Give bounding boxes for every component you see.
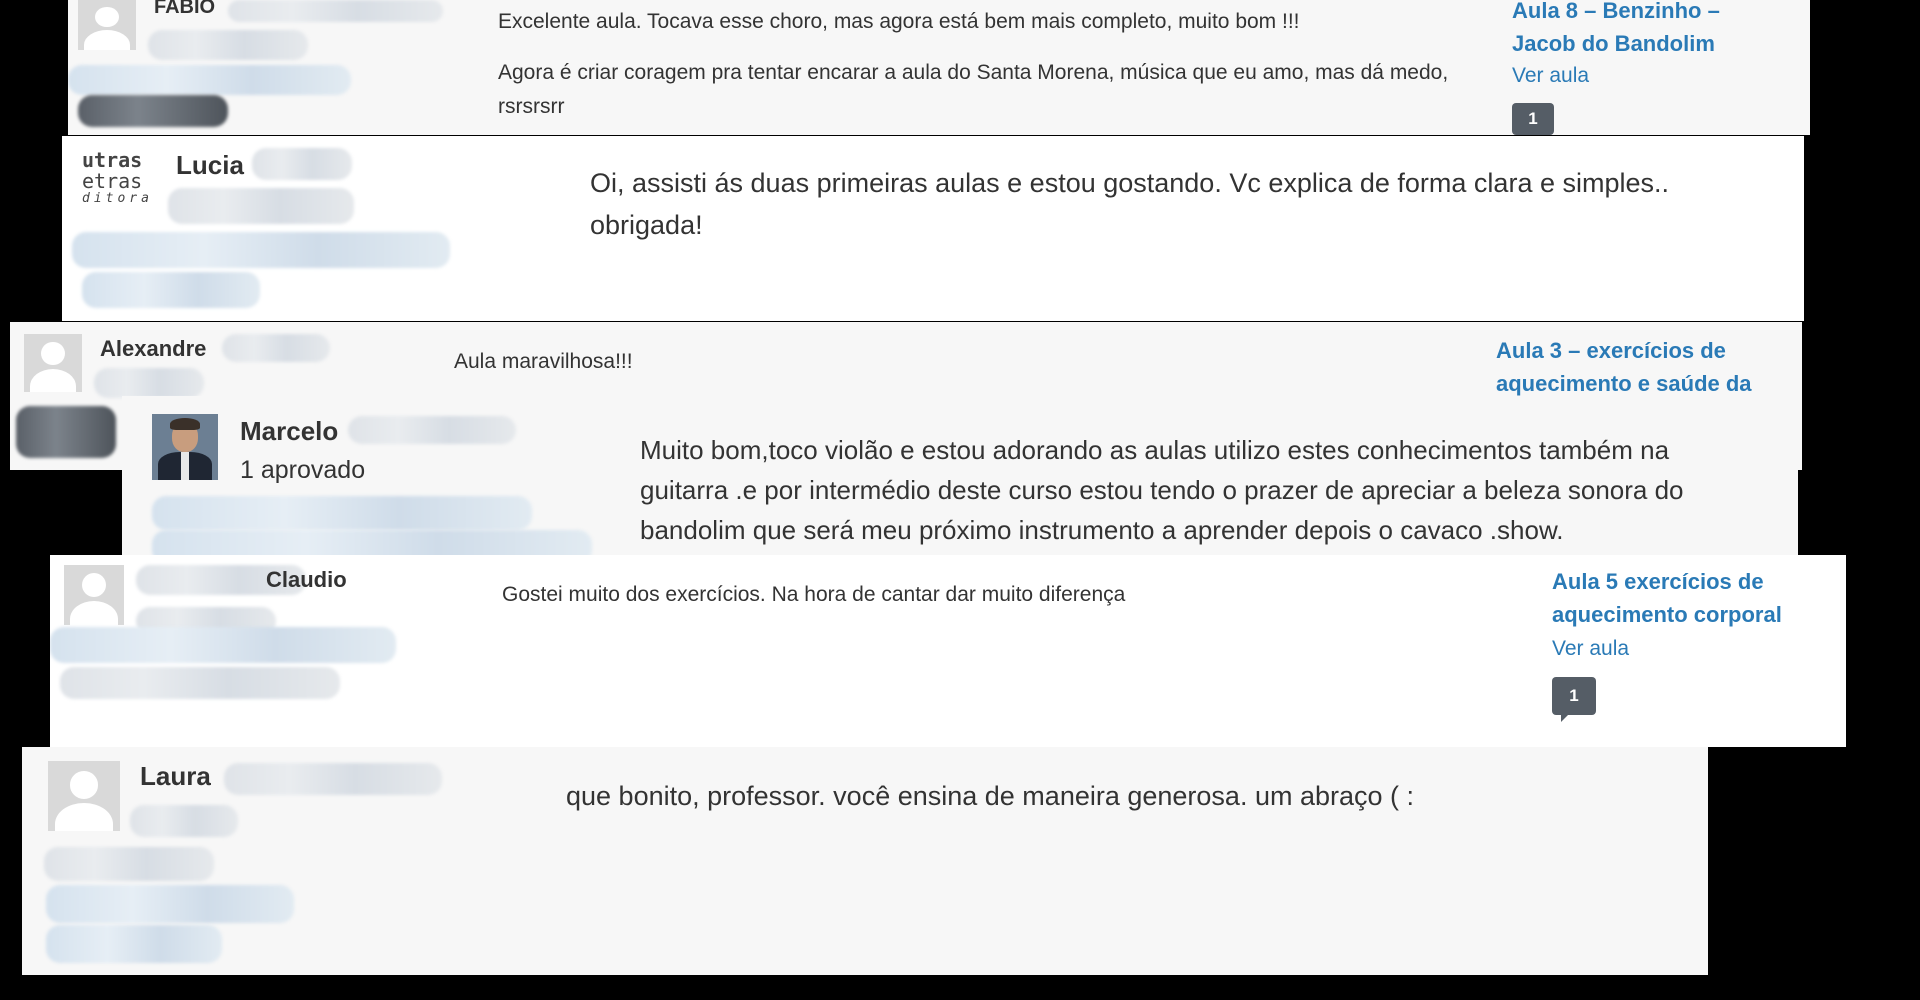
comment-count-badge: 1 — [1512, 103, 1554, 135]
comment-count-badge: 1 — [1552, 677, 1596, 722]
comment-text: Oi, assisti ás duas primeiras aulas e es… — [590, 168, 1669, 240]
redacted-info — [60, 667, 340, 699]
comment-author: FABIO — [154, 0, 216, 18]
redacted-info — [94, 368, 204, 398]
comment-card-claudio: Claudio Gostei muito dos exercícios. Na … — [50, 555, 1846, 747]
approved-count: 1 aprovado — [240, 456, 366, 484]
logo-line: etras — [82, 169, 143, 193]
redacted-info — [16, 406, 116, 458]
redacted-surname — [222, 334, 330, 362]
comment-text: Agora é criar coragem pra tentar encarar… — [498, 61, 1449, 118]
view-lesson-link[interactable]: Ver aula — [1512, 64, 1589, 88]
comment-author: Alexandre — [100, 336, 207, 361]
redacted-surname — [224, 763, 442, 795]
lesson-title-link[interactable]: Aula 3 – exercícios de aquecimento e saú… — [1496, 334, 1796, 400]
redacted-info — [82, 272, 260, 308]
redacted-info — [46, 885, 294, 923]
redacted-info — [50, 627, 396, 663]
redacted-info — [46, 925, 222, 963]
comment-text: Aula maravilhosa!!! — [454, 350, 633, 373]
comment-author: Marcelo — [240, 416, 339, 446]
comment-text: que bonito, professor. você ensina de ma… — [566, 781, 1415, 811]
comment-text: Excelente aula. Tocava esse choro, mas a… — [498, 10, 1300, 33]
redacted-info — [148, 30, 308, 60]
logo-line: utras — [82, 148, 143, 172]
comment-card-fabio: FABIO Excelente aula. Tocava esse choro,… — [68, 0, 1810, 135]
publisher-logo: utras etras ditora — [82, 150, 153, 206]
redacted-info — [168, 188, 354, 224]
comment-author: Laura — [140, 761, 211, 791]
lesson-title-link[interactable]: Aula 5 exercícios de aquecimento corpora… — [1552, 565, 1822, 631]
default-avatar-icon — [48, 761, 120, 831]
comment-card-marcelo: Marcelo 1 aprovado Muito bom,toco violão… — [122, 396, 1798, 564]
redacted-info — [130, 805, 238, 837]
default-avatar-icon — [64, 565, 124, 625]
comment-text: Gostei muito dos exercícios. Na hora de … — [502, 583, 1126, 606]
default-avatar-icon — [78, 0, 136, 50]
redacted-info — [78, 95, 228, 127]
user-photo — [152, 414, 218, 480]
lesson-title-link[interactable]: Aula 8 – Benzinho – Jacob do Bandolim — [1512, 0, 1772, 60]
comment-text: Muito bom,toco violão e estou adorando a… — [640, 435, 1684, 545]
default-avatar-icon — [24, 334, 82, 392]
comment-author: Lucia — [176, 150, 244, 180]
redacted-info — [152, 496, 532, 530]
comment-card-lucia: utras etras ditora Lucia Oi, assisti ás … — [62, 136, 1804, 321]
redacted-info — [44, 847, 214, 881]
redacted-surname — [252, 148, 352, 180]
view-lesson-link[interactable]: Ver aula — [1552, 637, 1629, 661]
redacted-surname — [348, 416, 516, 444]
comment-card-laura: Laura que bonito, professor. você ensina… — [22, 747, 1708, 975]
comment-author: Claudio — [266, 567, 347, 592]
redacted-info — [72, 232, 450, 268]
logo-line: ditora — [82, 191, 153, 206]
redacted-surname — [228, 0, 443, 22]
redacted-info — [68, 65, 351, 95]
